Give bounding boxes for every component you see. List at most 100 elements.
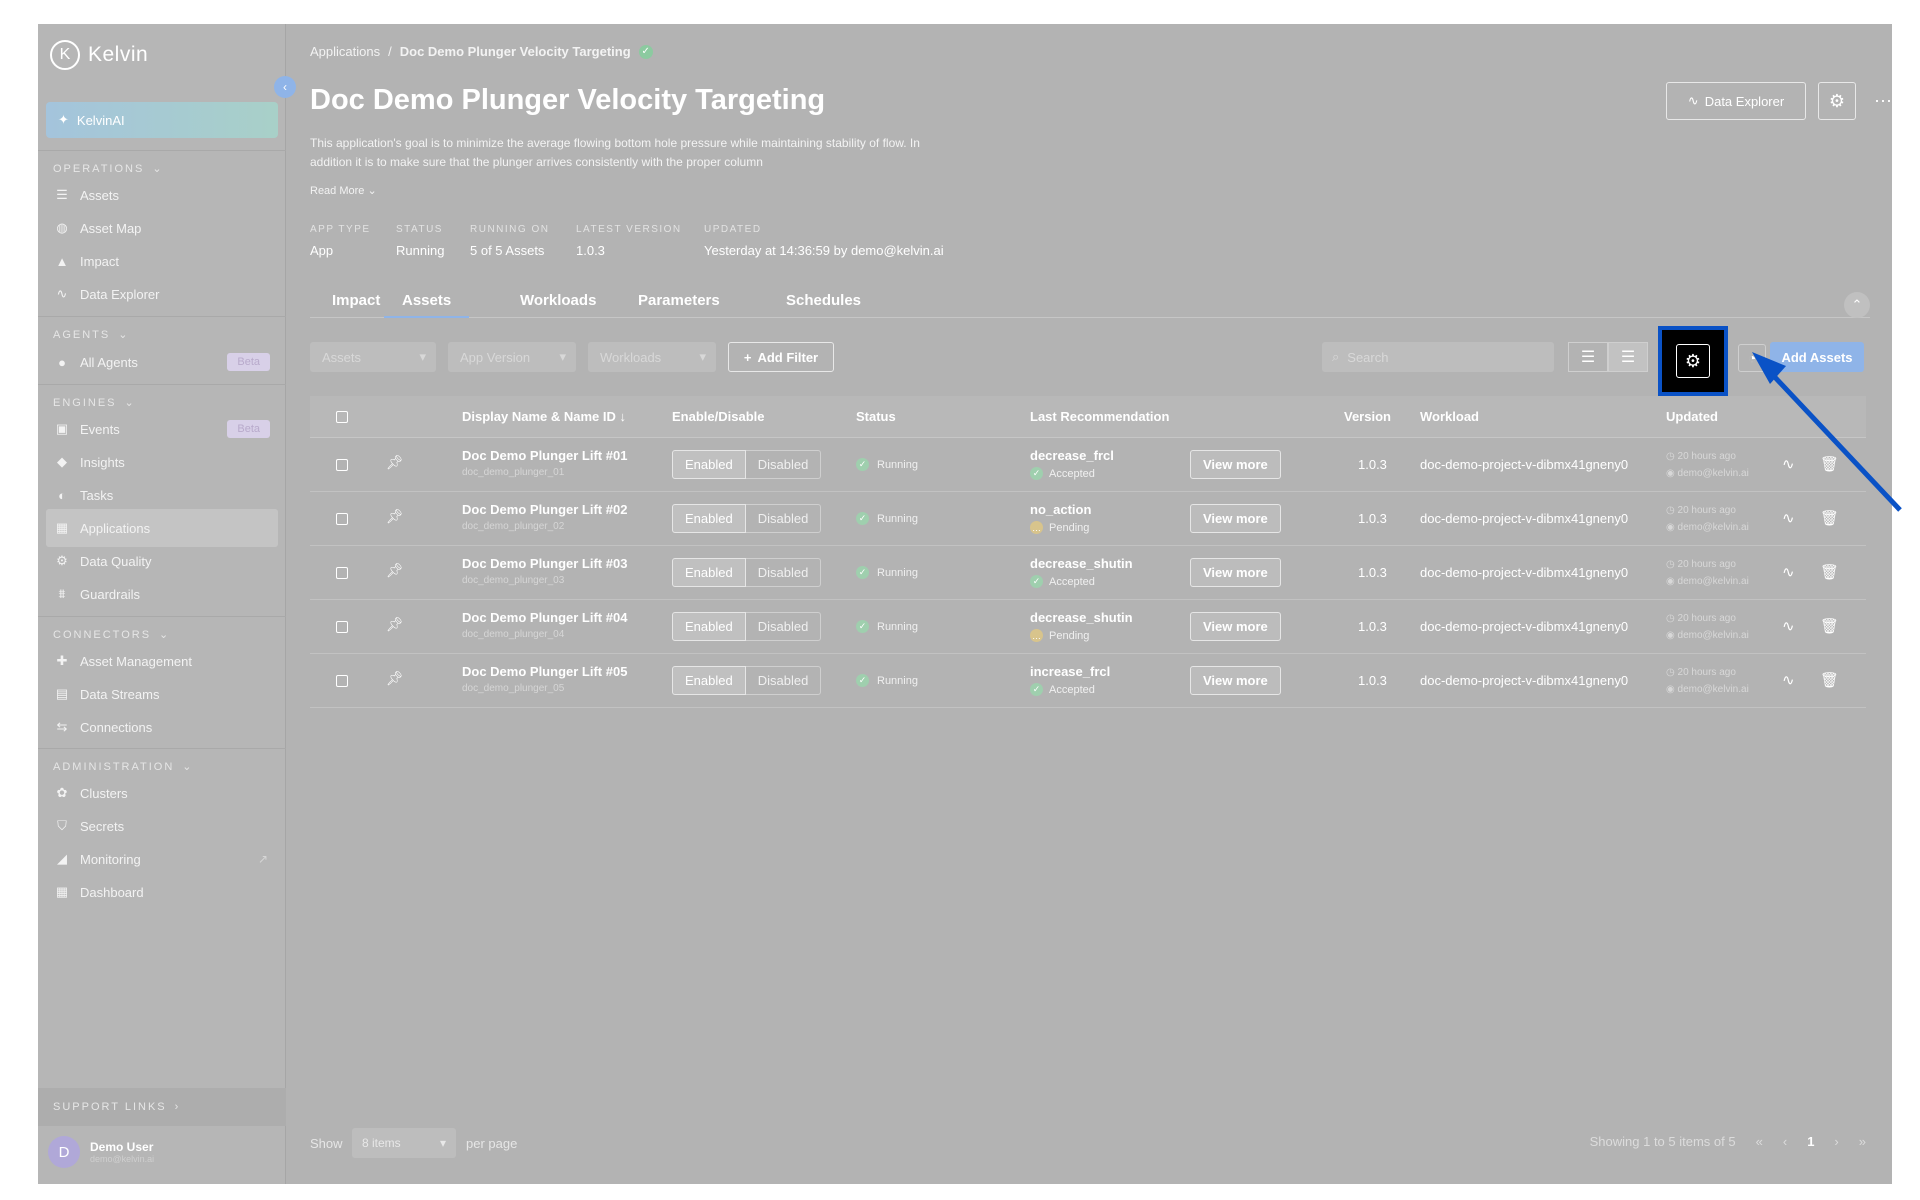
list-view-toggle[interactable]: ☰	[1608, 342, 1648, 372]
trash-icon[interactable]: 🗑︎	[1820, 563, 1839, 581]
enabled-option[interactable]: Enabled	[672, 612, 746, 641]
user-icon: ◉	[1666, 468, 1675, 479]
pulse-icon[interactable]: ∿	[1782, 617, 1795, 635]
asset-name-cell[interactable]: Doc Demo Plunger Lift #04 doc_demo_plung…	[462, 610, 627, 640]
data-explorer-button[interactable]: ∿ Data Explorer	[1666, 82, 1806, 120]
sidebar-item-data-explorer[interactable]: ∿ Data Explorer	[46, 275, 278, 313]
section-operations[interactable]: OPERATIONS ⌄	[53, 162, 164, 176]
kelvinai-button[interactable]: ✦ KelvinAI	[46, 102, 278, 138]
workload-link[interactable]: doc-demo-project-v-dibmx41gneny0	[1420, 511, 1628, 526]
row-checkbox[interactable]	[336, 675, 348, 687]
section-connectors[interactable]: CONNECTORS ⌄	[53, 628, 170, 642]
add-filter-button[interactable]: + Add Filter	[728, 342, 834, 372]
sidebar-item-guardrails[interactable]: ⩩ Guardrails	[46, 575, 278, 613]
pin-icon[interactable]: 📌︎	[386, 670, 404, 687]
view-more-button[interactable]: View more	[1190, 450, 1281, 479]
last-page-icon[interactable]: »	[1859, 1134, 1866, 1149]
sidebar-collapse-button[interactable]: ‹	[274, 76, 296, 98]
breadcrumb-root[interactable]: Applications	[310, 44, 380, 59]
section-administration[interactable]: ADMINISTRATION ⌄	[53, 760, 194, 774]
pulse-icon[interactable]: ∿	[1782, 509, 1795, 527]
workload-link[interactable]: doc-demo-project-v-dibmx41gneny0	[1420, 619, 1628, 634]
section-support[interactable]: SUPPORT LINKS ›	[53, 1101, 180, 1113]
app-version-filter-select[interactable]: App Version ▾	[448, 342, 576, 372]
tab-workloads[interactable]: Workloads	[520, 292, 596, 316]
user-profile[interactable]: D Demo User demo@kelvin.ai	[48, 1136, 154, 1168]
column-name[interactable]: Display Name & Name ID ↓	[462, 409, 626, 424]
asset-name-cell[interactable]: Doc Demo Plunger Lift #02 doc_demo_plung…	[462, 502, 627, 532]
view-more-button[interactable]: View more	[1190, 612, 1281, 641]
pulse-icon[interactable]: ∿	[1782, 563, 1795, 581]
pin-icon[interactable]: 📌︎	[386, 616, 404, 633]
enabled-option[interactable]: Enabled	[672, 450, 746, 479]
disabled-option[interactable]: Disabled	[745, 666, 822, 695]
view-more-button[interactable]: View more	[1190, 666, 1281, 695]
disabled-option[interactable]: Disabled	[745, 504, 822, 533]
per-page-select[interactable]: 8 items ▾	[352, 1128, 456, 1158]
row-checkbox[interactable]	[336, 567, 348, 579]
workload-link[interactable]: doc-demo-project-v-dibmx41gneny0	[1420, 457, 1628, 472]
more-options-button[interactable]: ⋯	[1864, 82, 1892, 120]
trash-icon[interactable]: 🗑︎	[1820, 455, 1839, 473]
tab-assets[interactable]: Assets	[384, 292, 470, 318]
workloads-filter-select[interactable]: Workloads ▾	[588, 342, 716, 372]
row-checkbox[interactable]	[336, 459, 348, 471]
pin-icon[interactable]: 📌︎	[386, 562, 404, 579]
enabled-option[interactable]: Enabled	[672, 504, 746, 533]
asset-name-cell[interactable]: Doc Demo Plunger Lift #05 doc_demo_plung…	[462, 664, 627, 694]
divider	[38, 150, 286, 151]
workload-link[interactable]: doc-demo-project-v-dibmx41gneny0	[1420, 673, 1628, 688]
pin-icon[interactable]: 📌︎	[386, 508, 404, 525]
disabled-option[interactable]: Disabled	[745, 450, 822, 479]
tab-parameters[interactable]: Parameters	[638, 292, 720, 316]
sidebar-item-all-agents[interactable]: ● All Agents Beta	[46, 343, 278, 381]
sidebar: K Kelvin ✦ KelvinAI OPERATIONS ⌄ ☰ Assets …	[38, 24, 286, 1184]
view-more-button[interactable]: View more	[1190, 504, 1281, 533]
select-all-checkbox[interactable]	[336, 411, 348, 423]
sidebar-item-dashboard[interactable]: ▦ Dashboard	[46, 873, 278, 911]
settings-button[interactable]: ⚙	[1818, 82, 1856, 120]
enabled-option[interactable]: Enabled	[672, 666, 746, 695]
assets-filter-select[interactable]: Assets ▾	[310, 342, 436, 372]
sidebar-item-connections[interactable]: ⇆ Connections	[46, 708, 278, 746]
sidebar-item-label: All Agents	[80, 354, 138, 370]
view-more-button[interactable]: View more	[1190, 558, 1281, 587]
pulse-icon[interactable]: ∿	[1782, 671, 1795, 689]
enabled-option[interactable]: Enabled	[672, 558, 746, 587]
add-assets-button[interactable]: Add Assets	[1770, 342, 1864, 372]
table-header: Display Name & Name ID ↓ Enable/Disable …	[310, 396, 1866, 438]
section-agents[interactable]: AGENTS ⌄	[53, 328, 129, 342]
search-input[interactable]: ⌕ Search	[1322, 342, 1554, 372]
trash-icon[interactable]: 🗑︎	[1820, 671, 1839, 689]
workload-link[interactable]: doc-demo-project-v-dibmx41gneny0	[1420, 565, 1628, 580]
row-checkbox[interactable]	[336, 621, 348, 633]
read-more-toggle[interactable]: Read More ⌄	[310, 184, 377, 197]
dashboard-icon: ▦	[55, 884, 69, 899]
next-page-icon[interactable]: ›	[1834, 1134, 1838, 1149]
disabled-option[interactable]: Disabled	[745, 558, 822, 587]
tab-impact[interactable]: Impact	[332, 292, 380, 316]
trash-icon[interactable]: 🗑︎	[1820, 509, 1839, 527]
history-button[interactable]: ◔	[1738, 344, 1766, 372]
user-icon: ◉	[1666, 522, 1675, 533]
highlighted-settings-button[interactable]: ⚙	[1658, 326, 1728, 396]
column-label: Display Name & Name ID	[462, 409, 616, 424]
tab-schedules[interactable]: Schedules	[786, 292, 861, 316]
disabled-option[interactable]: Disabled	[745, 612, 822, 641]
row-checkbox[interactable]	[336, 513, 348, 525]
page-number[interactable]: 1	[1807, 1134, 1814, 1149]
logo[interactable]: K Kelvin	[50, 40, 148, 70]
breadcrumb: Applications / Doc Demo Plunger Velocity…	[310, 44, 653, 59]
list-icon: ☰	[1620, 349, 1636, 366]
pin-icon[interactable]: 📌︎	[386, 454, 404, 471]
trash-icon[interactable]: 🗑︎	[1820, 617, 1839, 635]
section-engines[interactable]: ENGINES ⌄	[53, 396, 136, 410]
prev-page-icon[interactable]: ‹	[1783, 1134, 1787, 1149]
pulse-icon[interactable]: ∿	[1782, 455, 1795, 473]
collapse-header-button[interactable]: ⌃	[1844, 292, 1870, 318]
first-page-icon[interactable]: «	[1756, 1134, 1763, 1149]
compact-view-toggle[interactable]: ☰	[1568, 342, 1608, 372]
asset-name-cell[interactable]: Doc Demo Plunger Lift #01 doc_demo_plung…	[462, 448, 627, 478]
asset-name-cell[interactable]: Doc Demo Plunger Lift #03 doc_demo_plung…	[462, 556, 627, 586]
recommendation-status-text: Accepted	[1049, 683, 1095, 696]
